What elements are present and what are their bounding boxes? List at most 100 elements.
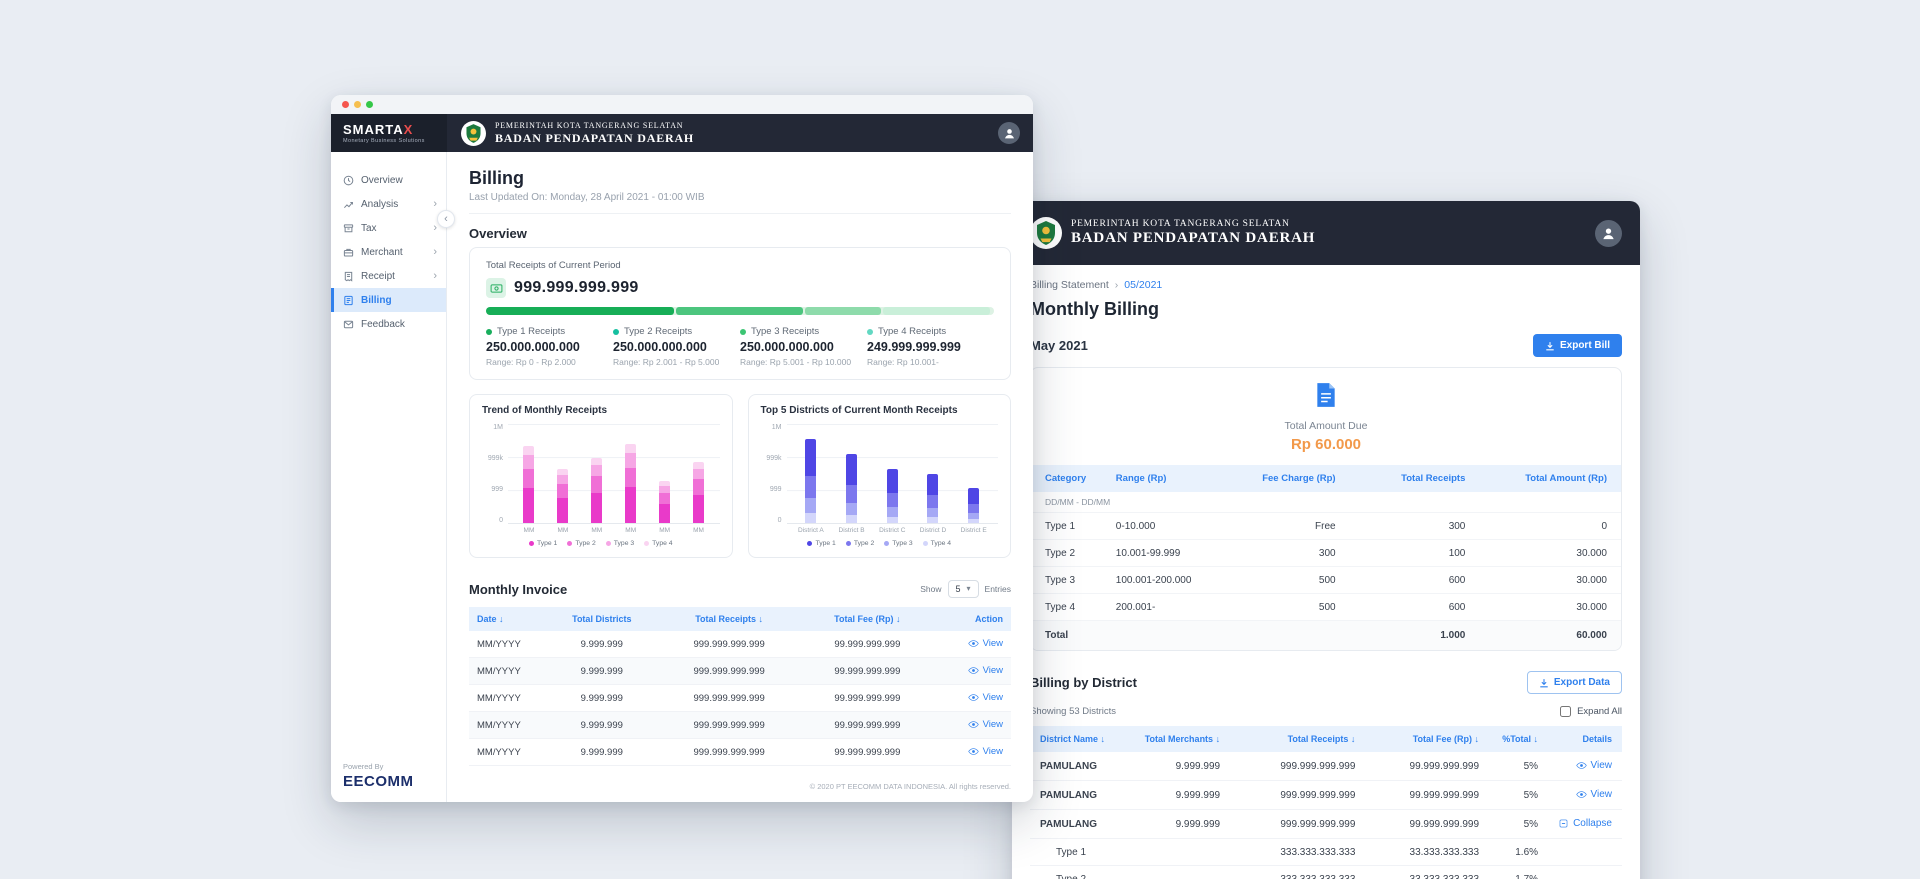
- sidebar-item-analysis[interactable]: Analysis ›: [331, 192, 446, 216]
- view-button[interactable]: View: [967, 719, 1003, 730]
- mail-icon: [343, 320, 354, 328]
- sidebar-item-tax[interactable]: Tax ›: [331, 216, 446, 240]
- category-cell: Type 1: [1031, 512, 1102, 540]
- district-row: PAMULANG 9.999.999 999.999.999.999 99.99…: [1030, 809, 1622, 839]
- receipt-icon: [344, 271, 353, 282]
- sidebar-item-feedback[interactable]: Feedback: [331, 312, 446, 336]
- sidebar-item-billing[interactable]: Billing: [331, 288, 446, 312]
- fee-cell: 33.333.333.333: [1365, 865, 1490, 879]
- districts-cell: 9.999.999: [544, 711, 659, 739]
- breadcrumb-current[interactable]: 05/2021: [1124, 279, 1162, 291]
- sidebar-item-merchant[interactable]: Merchant ›: [331, 240, 446, 264]
- merchants-cell: 9.999.999: [1130, 809, 1231, 839]
- eye-icon: [967, 666, 979, 674]
- chevron-right-icon: ›: [433, 269, 437, 282]
- sidebar-item-label: Billing: [361, 294, 392, 306]
- breadcrumb: Billing Statement › 05/2021: [1030, 279, 1622, 291]
- zoom-window-button[interactable]: [366, 101, 373, 108]
- district-row: PAMULANG 9.999.999 999.999.999.999 99.99…: [1030, 752, 1622, 781]
- minimize-window-button[interactable]: [354, 101, 361, 108]
- org-line2: BADAN PENDAPATAN DAERAH: [1071, 230, 1316, 246]
- column-header-total-districts[interactable]: Total Districts: [544, 607, 659, 631]
- chart-title: Top 5 Districts of Current Month Receipt…: [760, 405, 958, 416]
- y-axis: 1M 999k 999 0: [766, 424, 782, 524]
- bar-plot: [786, 424, 998, 524]
- column-header-total-merchants[interactable]: Total Merchants ↓: [1130, 726, 1231, 752]
- clock-icon: [343, 175, 354, 185]
- column-header-total-receipts: Total Receipts: [1349, 465, 1480, 492]
- user-avatar[interactable]: [1595, 219, 1622, 247]
- table-row: MM/YYYY 9.999.999 999.999.999.999 99.999…: [469, 657, 1011, 685]
- org-line1: PEMERINTAH KOTA TANGERANG SELATAN: [495, 120, 684, 130]
- copyright: © 2020 PT EECOMM DATA INDONESIA. All rig…: [809, 782, 1011, 791]
- district-name-cell: PAMULANG: [1030, 752, 1131, 781]
- district-name-cell: PAMULANG: [1030, 780, 1131, 810]
- entries-select[interactable]: 5 ▾: [947, 580, 979, 598]
- collapse-left-icon: ‹: [444, 213, 448, 225]
- city-emblem-icon: [1030, 217, 1062, 249]
- district-sub-row: Type 1 333.333.333.333 33.333.333.333 1.…: [1030, 838, 1622, 866]
- receipts-cell: 333.333.333.333: [1230, 838, 1366, 866]
- eye-icon: [1575, 761, 1587, 769]
- period-label: DD/MM - DD/MM: [1031, 492, 1621, 513]
- column-header-total-receipts[interactable]: Total Receipts ↓: [658, 607, 800, 631]
- table-row: MM/YYYY 9.999.999 999.999.999.999 99.999…: [469, 631, 1011, 658]
- view-button[interactable]: View: [1575, 789, 1612, 800]
- column-header-total-receipts[interactable]: Total Receipts ↓: [1230, 726, 1366, 752]
- expand-all-control: Expand All: [1560, 706, 1622, 717]
- sidebar-item-overview[interactable]: Overview: [331, 168, 446, 192]
- eye-icon: [967, 720, 979, 728]
- person-icon: [1603, 227, 1614, 239]
- export-bill-button[interactable]: Export Bill: [1532, 334, 1622, 357]
- line-chart-icon: [344, 201, 353, 208]
- month-label: May 2021: [1030, 338, 1088, 353]
- entries-select-value: 5: [955, 584, 961, 594]
- column-header-district-name[interactable]: District Name ↓: [1030, 726, 1131, 752]
- type4-dot-icon: [867, 328, 873, 335]
- view-button[interactable]: View: [967, 746, 1003, 757]
- close-window-button[interactable]: [342, 101, 349, 108]
- receipts-cell: 999.999.999.999: [1230, 780, 1366, 810]
- column-header-category: Category: [1031, 465, 1102, 492]
- smartax-logo[interactable]: SMARTAX Monetary Business Solutions: [331, 114, 447, 152]
- total-row: Total 1.000 60.000: [1031, 620, 1621, 650]
- district-sub-row: Type 2 333.333.333.333 33.333.333.333 1.…: [1030, 865, 1622, 879]
- type-amount: 250.000.000.000: [740, 340, 834, 354]
- date-cell: MM/YYYY: [469, 631, 545, 658]
- page-title: Monthly Billing: [1030, 299, 1159, 319]
- column-header-date[interactable]: Date ↓: [469, 607, 545, 631]
- collapse-button[interactable]: Collapse: [1558, 818, 1612, 829]
- window-titlebar: [331, 95, 1033, 114]
- chevron-right-icon: ›: [433, 197, 437, 210]
- view-button[interactable]: View: [967, 638, 1003, 649]
- receipts-cell: 999.999.999.999: [658, 631, 800, 658]
- type3-receipts: Type 3 Receipts 250.000.000.000 Range: R…: [740, 326, 867, 367]
- district-row: PAMULANG 9.999.999 999.999.999.999 99.99…: [1030, 780, 1622, 810]
- range-cell: 10.001-99.999: [1101, 539, 1238, 567]
- city-emblem-icon: [461, 120, 486, 146]
- view-button[interactable]: View: [967, 665, 1003, 676]
- districts-cell: 9.999.999: [544, 684, 659, 712]
- person-icon: [1004, 128, 1014, 138]
- show-label: Show: [920, 584, 942, 594]
- column-header-total-fee[interactable]: Total Fee (Rp) ↓: [799, 607, 936, 631]
- view-button[interactable]: View: [967, 692, 1003, 703]
- sidebar-collapse-button[interactable]: ‹: [437, 210, 455, 228]
- fee-cell: 33.333.333.333: [1365, 838, 1490, 866]
- receipts-cell: 100: [1349, 539, 1480, 567]
- fee-charge-cell: 300: [1237, 539, 1350, 567]
- sidebar-item-receipt[interactable]: Receipt ›: [331, 264, 446, 288]
- view-button[interactable]: View: [1575, 760, 1612, 771]
- org-line1: PEMERINTAH KOTA TANGERANG SELATAN: [1071, 219, 1290, 229]
- export-data-button[interactable]: Export Data: [1526, 671, 1622, 694]
- expand-all-checkbox[interactable]: [1560, 706, 1572, 717]
- fee-cell: 99.999.999.999: [799, 711, 936, 739]
- pct-cell: 1.6%: [1489, 838, 1549, 866]
- user-avatar[interactable]: [998, 122, 1020, 144]
- table-row: MM/YYYY 9.999.999 999.999.999.999 99.999…: [469, 711, 1011, 739]
- column-header-pct-total[interactable]: %Total ↓: [1489, 726, 1549, 752]
- breadcrumb-root[interactable]: Billing Statement: [1030, 279, 1109, 291]
- app-header: SMARTAX Monetary Business Solutions PEME…: [331, 114, 1033, 152]
- monthly-billing-window: PEMERINTAH KOTA TANGERANG SELATAN BADAN …: [1012, 201, 1640, 879]
- column-header-total-fee[interactable]: Total Fee (Rp) ↓: [1365, 726, 1490, 752]
